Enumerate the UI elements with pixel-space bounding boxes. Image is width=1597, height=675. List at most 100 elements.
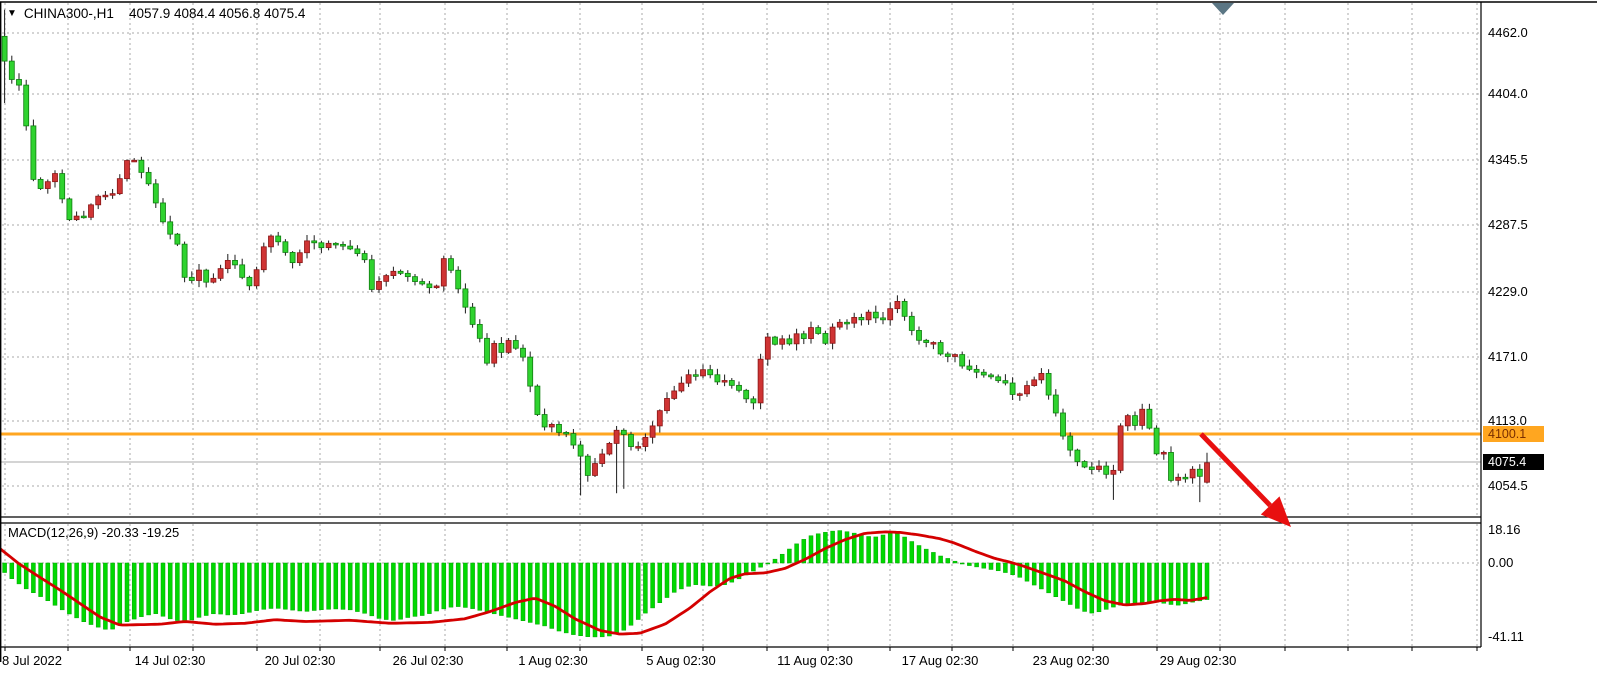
candle-body [773,337,778,344]
macd-histogram-bar [463,563,467,607]
candle-body [823,333,828,343]
candle-body [1197,469,1202,476]
macd-histogram-bar [881,535,885,563]
macd-histogram-bar [276,563,280,608]
macd-histogram-bar [1147,563,1151,602]
time-label: 29 Aug 02:30 [1160,653,1237,668]
candle-body [665,398,670,410]
macd-histogram-bar [291,563,295,610]
candle-body [981,372,986,375]
macd-histogram-bar [679,563,683,589]
macd-histogram-bar [161,563,165,616]
time-label: 8 Jul 2022 [2,653,62,668]
candle-body [1104,466,1109,474]
macd-histogram-bar [204,563,208,616]
macd-histogram-bar [514,563,518,619]
macd-histogram-bar [960,563,964,564]
candle-body [161,203,166,222]
candle-body [1046,373,1051,395]
candle-body [261,247,266,270]
macd-histogram-bar [795,544,799,563]
price-tick-label: 4404.0 [1488,86,1528,101]
macd-histogram-bar [406,563,410,618]
candle-body [146,172,151,183]
macd-histogram-bar [363,563,367,613]
macd-histogram-bar [773,559,777,563]
macd-histogram-bar [485,563,489,612]
candle-body [837,322,842,327]
candle-body [578,445,583,456]
candle-body [924,340,929,342]
macd-histogram-bar [953,561,957,563]
symbol-dropdown-icon[interactable]: ▼ [7,7,17,20]
candle-body [333,243,338,245]
price-tick-label: 4054.5 [1488,478,1528,493]
candle-body [341,244,346,246]
macd-histogram-bar [1047,563,1051,593]
macd-histogram-bar [636,563,640,620]
candle-body [153,184,158,203]
candle-body [737,385,742,390]
macd-histogram-bar [147,563,151,615]
candle-body [391,271,396,275]
macd-histogram-bar [1003,563,1007,573]
macd-histogram-bar [111,563,115,629]
candle-body [355,249,360,254]
candle-body [621,430,626,434]
macd-histogram-bar [449,563,453,607]
macd-histogram-bar [391,563,395,620]
macd-histogram-bar [1039,563,1043,589]
candle-body [629,434,634,446]
time-label: 26 Jul 02:30 [393,653,464,668]
candle-body [225,260,230,268]
macd-histogram-bar [413,563,417,616]
macd-histogram-bar [67,563,71,614]
macd-histogram-bar [334,563,338,609]
candle-body [765,337,770,359]
macd-histogram-bar [197,563,201,617]
macd-histogram-bar [867,536,871,563]
candle-body [477,324,482,338]
candle-body [974,369,979,372]
macd-histogram-bar [1054,563,1058,597]
hline-price-tag: 4100.1 [1483,426,1544,442]
time-label: 14 Jul 02:30 [135,653,206,668]
macd-histogram-bar [658,563,662,603]
candle-body [1140,409,1145,425]
macd-histogram-bar [211,563,215,614]
candle-body [888,309,893,320]
candle-body [45,182,50,189]
macd-histogram-bar [1133,563,1137,603]
chart-canvas[interactable] [0,0,1597,675]
chart-shift-marker-icon[interactable] [1212,3,1234,15]
candle-body [1075,450,1080,461]
macd-histogram-bar [327,563,331,609]
macd-tick-label: -41.11 [1488,629,1524,644]
candle-body [168,222,173,234]
candle-body [1010,383,1015,394]
macd-histogram-bar [312,563,316,610]
candle-body [398,271,403,273]
candle-body [996,377,1001,381]
macd-histogram-bar [1205,563,1209,600]
candle-body [542,415,547,427]
trend-arrow-shaft[interactable] [1201,434,1270,505]
candle-body [31,126,36,180]
candle-body [780,339,785,344]
candle-body [895,301,900,308]
macd-histogram-bar [874,537,878,563]
macd-histogram-bar [60,563,64,610]
macd-histogram-bar [1126,563,1130,604]
macd-histogram-bar [816,534,820,563]
macd-histogram-bar [1155,563,1159,602]
macd-histogram-bar [471,563,475,609]
macd-histogram-bar [946,558,950,563]
candle-body [1133,416,1138,426]
macd-histogram-bar [939,556,943,563]
macd-histogram-bar [125,563,129,622]
candle-body [17,79,22,85]
candle-body [744,390,749,399]
macd-histogram-bar [715,563,719,586]
candle-body [643,437,648,446]
macd-histogram-bar [132,563,136,619]
